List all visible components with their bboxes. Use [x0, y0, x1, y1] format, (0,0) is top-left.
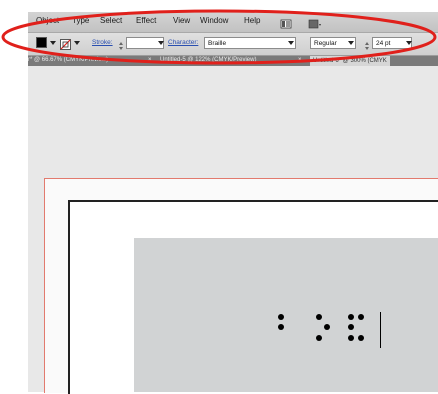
braille-dot — [348, 335, 354, 341]
font-size-dropdown[interactable] — [406, 41, 412, 45]
text-frame[interactable] — [134, 238, 438, 392]
stroke-weight-dropdown[interactable] — [158, 41, 164, 45]
braille-dot — [348, 324, 354, 330]
stroke-dropdown-arrow[interactable] — [74, 41, 80, 45]
text-cursor — [380, 312, 381, 348]
menu-select[interactable]: Select — [100, 16, 122, 25]
braille-dot — [278, 324, 284, 330]
braille-dot — [324, 324, 330, 330]
workspace-icon[interactable] — [308, 16, 322, 29]
menu-help[interactable]: Help — [244, 16, 260, 25]
braille-dot — [316, 314, 322, 320]
fill-color-icon[interactable] — [36, 37, 47, 48]
font-size-stepper-icon[interactable] — [364, 38, 370, 50]
braille-dot — [358, 335, 364, 341]
braille-dot — [316, 335, 322, 341]
font-family-field[interactable]: Braille — [204, 37, 296, 49]
menu-type[interactable]: Type — [72, 16, 89, 25]
menu-view[interactable]: View — [173, 16, 190, 25]
tab-document-1[interactable]: r* @ 66.67% (CMYK/Preview) — [28, 57, 108, 63]
braille-dot — [358, 314, 364, 320]
close-icon[interactable]: × — [148, 57, 152, 63]
stroke-weight-icon[interactable] — [118, 38, 124, 50]
braille-dot — [278, 314, 284, 320]
font-family-dropdown[interactable] — [288, 41, 294, 45]
tab-untitled-5[interactable]: Untitled-5 @ 122% (CMYK/Preview) — [160, 57, 256, 63]
document-tab-bar: r* @ 66.67% (CMYK/Preview) × Untitled-5 … — [28, 56, 438, 66]
close-icon[interactable]: × — [298, 57, 302, 63]
tab-untitled-6[interactable]: Untitled-6* @ 300% (CMYK — [310, 56, 390, 66]
character-label[interactable]: Character: — [168, 39, 198, 46]
bridge-icon[interactable] — [280, 16, 292, 29]
font-style-dropdown[interactable] — [348, 41, 354, 45]
menu-window[interactable]: Window — [200, 16, 228, 25]
menu-effect[interactable]: Effect — [136, 16, 156, 25]
menu-object[interactable]: Object — [36, 16, 59, 25]
fill-dropdown-arrow[interactable] — [50, 41, 56, 45]
menu-bar: Object Type Select Effect View Window He… — [28, 12, 438, 33]
control-bar: Stroke: Character: Braille Regular 24 pt — [28, 33, 438, 56]
stroke-none-icon[interactable] — [60, 37, 71, 50]
stroke-label[interactable]: Stroke: — [92, 39, 113, 46]
braille-dot — [348, 314, 354, 320]
